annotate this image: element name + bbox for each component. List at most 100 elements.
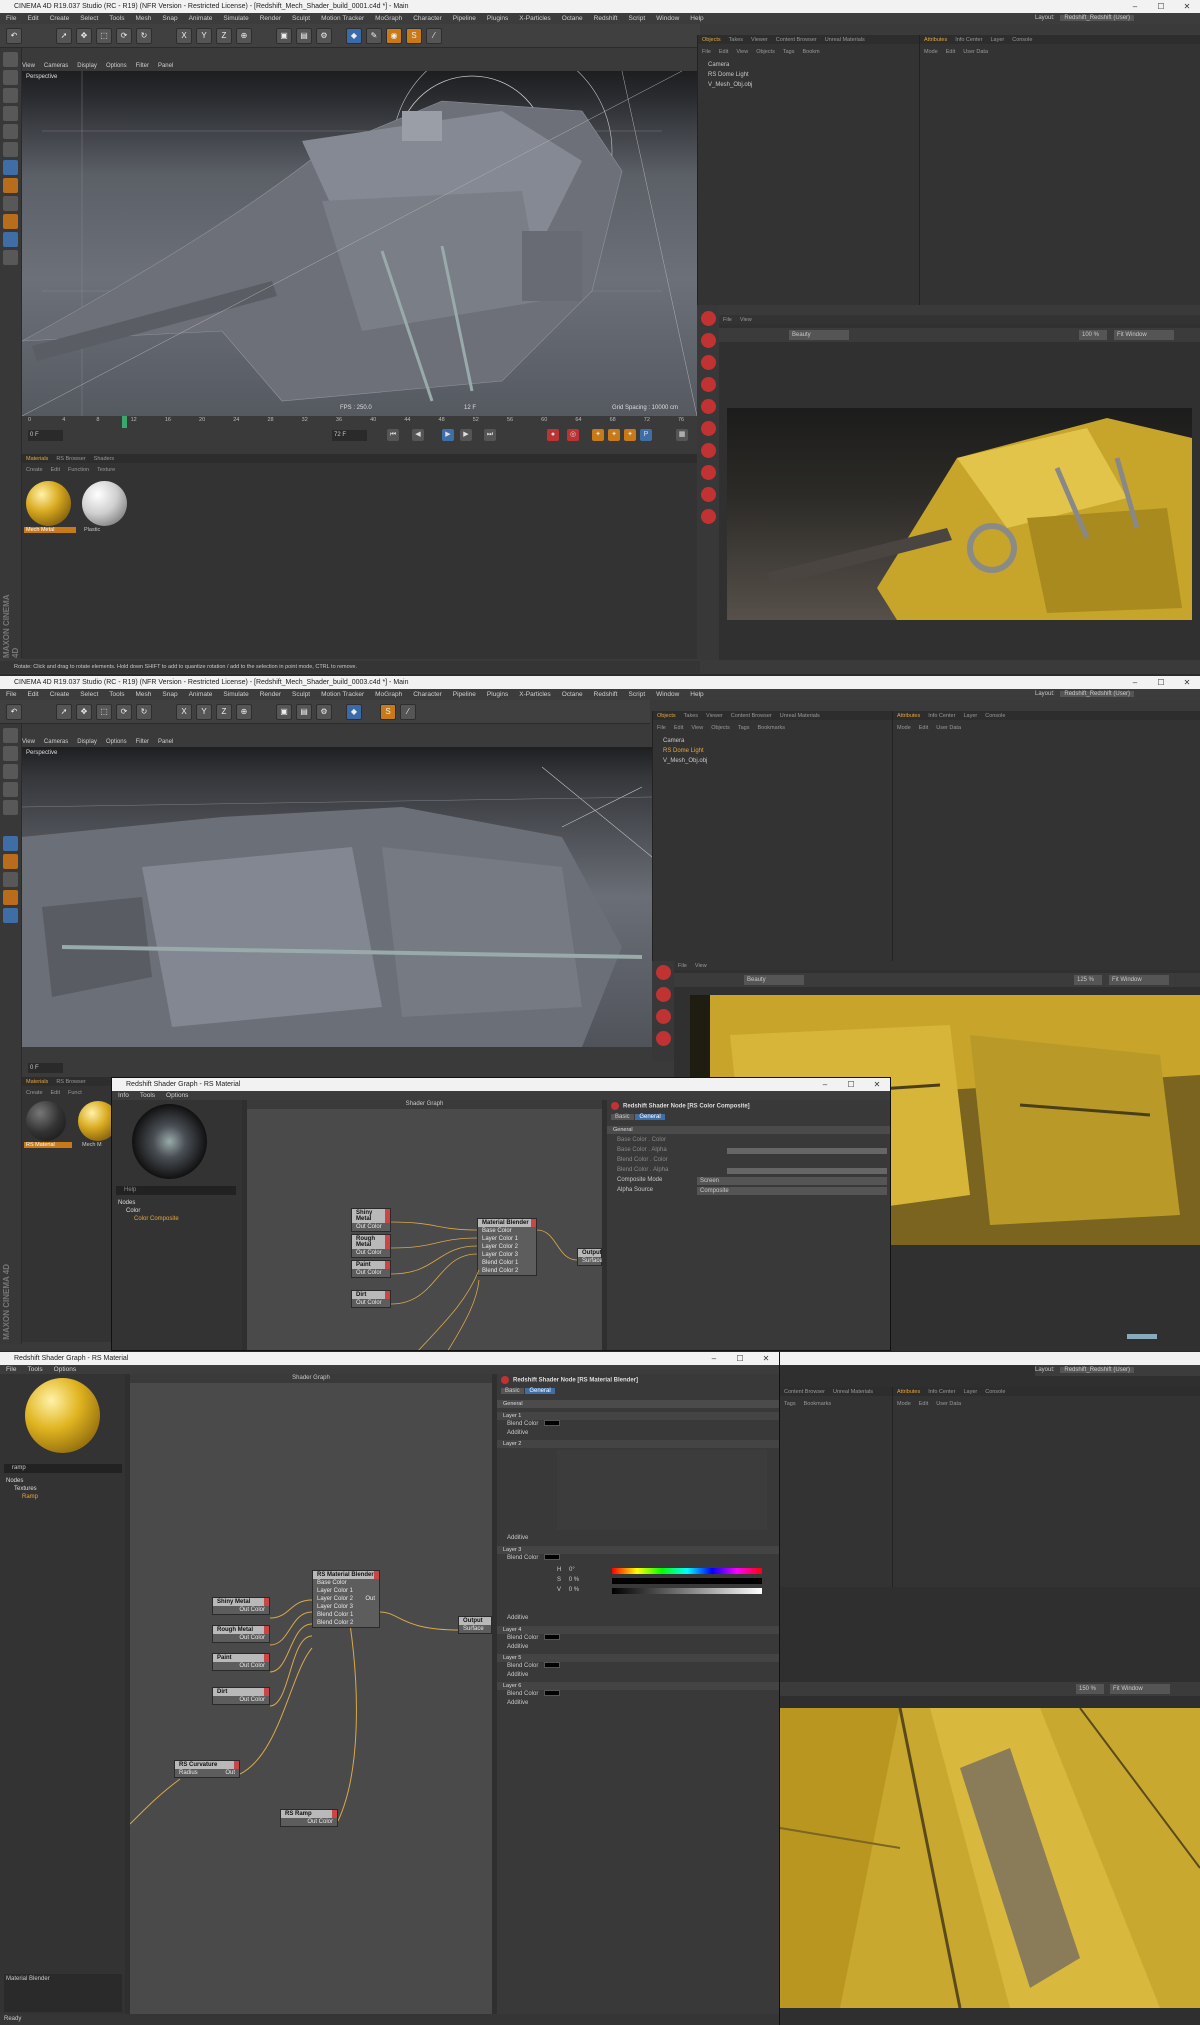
attribute-menu-item-user-data[interactable]: User Data — [936, 725, 961, 731]
timeline[interactable]: 0 F — [22, 1047, 652, 1077]
menu-item-snap[interactable]: Snap — [162, 15, 177, 22]
layer-2-header[interactable]: Layer 2 — [497, 1440, 779, 1448]
spline-icon[interactable]: ⁄ — [426, 28, 442, 44]
undo-icon[interactable]: ↶ — [6, 704, 22, 720]
object-menu-item-tags[interactable]: Tags — [738, 725, 750, 731]
menu-item-snap[interactable]: Snap — [162, 691, 177, 698]
points-mode-icon[interactable] — [3, 88, 18, 103]
zoom-field[interactable]: 100 % — [1079, 330, 1107, 340]
attribute-menu-item-edit[interactable]: Edit — [919, 1401, 928, 1407]
rs-ipr-icon[interactable] — [656, 987, 671, 1002]
menu-item-character[interactable]: Character — [413, 691, 442, 698]
attr-base-alpha[interactable]: Base Color . Alpha — [617, 1146, 667, 1155]
saturation-slider[interactable] — [612, 1578, 762, 1584]
menu-item-octane[interactable]: Octane — [562, 691, 583, 698]
start-frame-field[interactable]: 0 F — [28, 430, 63, 441]
viewport-menu-item-cameras[interactable]: Cameras — [44, 739, 68, 745]
scale-icon[interactable]: ⬚ — [96, 28, 112, 44]
tab-materials[interactable]: Materials — [26, 1079, 48, 1085]
layout-selector[interactable]: Layout: Redshift_Redshift (User) — [1035, 13, 1200, 24]
tab-unreal-materials[interactable]: Unreal Materials — [780, 713, 820, 719]
tab-viewer[interactable]: Viewer — [706, 713, 723, 719]
material-menu-item-function[interactable]: Function — [68, 467, 89, 473]
layer-4-blend-color[interactable]: Blend Color — [507, 1634, 561, 1643]
menu-item-create[interactable]: Create — [50, 15, 70, 22]
layer-4-header[interactable]: Layer 4 — [497, 1626, 779, 1634]
menu-item-animate[interactable]: Animate — [189, 691, 213, 698]
model-mode-icon[interactable] — [3, 728, 18, 743]
tab-layer[interactable]: Layer — [963, 1389, 977, 1395]
end-frame-field[interactable]: 72 F — [332, 430, 367, 441]
value-slider[interactable] — [612, 1588, 762, 1594]
viewport-menu-item-display[interactable]: Display — [77, 63, 97, 69]
polygons-mode-icon[interactable] — [3, 800, 18, 815]
color-swatch[interactable] — [544, 1690, 561, 1697]
recent-icon[interactable]: ↻ — [136, 704, 152, 720]
base-color-bar[interactable] — [727, 1148, 887, 1154]
viewport-menu-item-panel[interactable]: Panel — [158, 63, 173, 69]
menu-item-redshift[interactable]: Redshift — [594, 691, 618, 698]
y-axis-icon[interactable]: Y — [196, 28, 212, 44]
menu-item-motion-tracker[interactable]: Motion Tracker — [321, 691, 364, 698]
object-row-mesh[interactable]: V_Mesh_Obj.obj — [653, 757, 892, 766]
viewport-menu-item-view[interactable]: View — [22, 63, 35, 69]
node-port[interactable]: Base Color — [313, 1579, 379, 1587]
sg-tree-color-composite[interactable]: Color Composite — [134, 1216, 179, 1222]
sketch-icon[interactable]: S — [380, 704, 396, 720]
render-view-icon[interactable]: ▣ — [276, 704, 292, 720]
rotate-icon[interactable]: ⟳ — [116, 704, 132, 720]
sg-search-input[interactable]: Help — [116, 1186, 236, 1195]
attribute-menu-item-edit[interactable]: Edit — [946, 49, 955, 55]
minimize-button[interactable]: – — [812, 1078, 838, 1091]
paint-icon[interactable] — [3, 890, 18, 905]
layer-6-header[interactable]: Layer 6 — [497, 1682, 779, 1690]
layer-5-additive[interactable]: Additive — [507, 1671, 528, 1680]
composite-mode-select[interactable]: Screen — [697, 1177, 887, 1185]
object-menu-item-view[interactable]: View — [691, 725, 703, 731]
object-row-camera[interactable]: Camera — [653, 737, 892, 746]
attribute-menu-item-user-data[interactable]: User Data — [936, 1401, 961, 1407]
tab-shaders[interactable]: Shaders — [94, 456, 115, 462]
model-mode-icon[interactable] — [3, 52, 18, 67]
layout-selector[interactable]: Layout: Redshift_Redshift (User) — [1035, 689, 1200, 700]
viewport-menu-item-cameras[interactable]: Cameras — [44, 63, 68, 69]
layer-6-blend-color[interactable]: Blend Color — [507, 1690, 561, 1699]
y-axis-icon[interactable]: Y — [196, 704, 212, 720]
material-mech-metal[interactable] — [26, 481, 71, 526]
menu-item-character[interactable]: Character — [413, 15, 442, 22]
color-picker[interactable]: H 0° S 0 % V 0 % — [557, 1566, 772, 1611]
menu-item-script[interactable]: Script — [629, 691, 646, 698]
keyframe-rot-icon[interactable]: ✦ — [608, 429, 620, 441]
tab-basic[interactable]: Basic — [501, 1388, 524, 1394]
go-end-icon[interactable]: ⏭ — [484, 429, 496, 441]
workplane-icon[interactable] — [3, 178, 18, 193]
menu-item-edit[interactable]: Edit — [27, 15, 38, 22]
menu-item-tools[interactable]: Tools — [109, 691, 124, 698]
tab-layer[interactable]: Layer — [990, 37, 1004, 43]
render-view-menu-item-view[interactable]: View — [695, 963, 707, 969]
viewport-menu-item-filter[interactable]: Filter — [136, 739, 149, 745]
close-button[interactable]: ✕ — [864, 1078, 890, 1091]
object-menu-item-tags[interactable]: Tags — [783, 49, 795, 55]
sg-menu-item-file[interactable]: File — [6, 1366, 16, 1373]
fit-select[interactable]: Fit Window — [1109, 975, 1169, 985]
subdivision-icon[interactable]: ◉ — [386, 28, 402, 44]
spline-icon[interactable]: ⁄ — [400, 704, 416, 720]
sg-menu-item-info[interactable]: Info — [118, 1092, 129, 1099]
object-menu-item-file[interactable]: File — [657, 725, 666, 731]
attr-blend-alpha[interactable]: Blend Color . Alpha — [617, 1166, 668, 1175]
keyframe-grid-icon[interactable]: ▦ — [676, 429, 688, 441]
tab-console[interactable]: Console — [985, 713, 1005, 719]
rs-render-icon[interactable] — [701, 311, 716, 326]
material-menu-item-edit[interactable]: Edit — [51, 467, 60, 473]
menu-item-motion-tracker[interactable]: Motion Tracker — [321, 15, 364, 22]
grid-icon[interactable] — [3, 250, 18, 265]
x-axis-icon[interactable]: X — [176, 704, 192, 720]
sg-graph-canvas[interactable]: Shader Graph Shiny Metal Out Color Rough … — [247, 1100, 602, 1350]
perspective-viewport[interactable]: Perspective FPS : 250.0 12 F Grid Spacin… — [22, 71, 697, 416]
zoom-field[interactable]: 150 % — [1076, 1684, 1104, 1694]
menu-item-octane[interactable]: Octane — [562, 15, 583, 22]
viewport-menu-item-view[interactable]: View — [22, 739, 35, 745]
perspective-viewport[interactable]: Perspective — [22, 747, 652, 1047]
menu-item-redshift[interactable]: Redshift — [594, 15, 618, 22]
